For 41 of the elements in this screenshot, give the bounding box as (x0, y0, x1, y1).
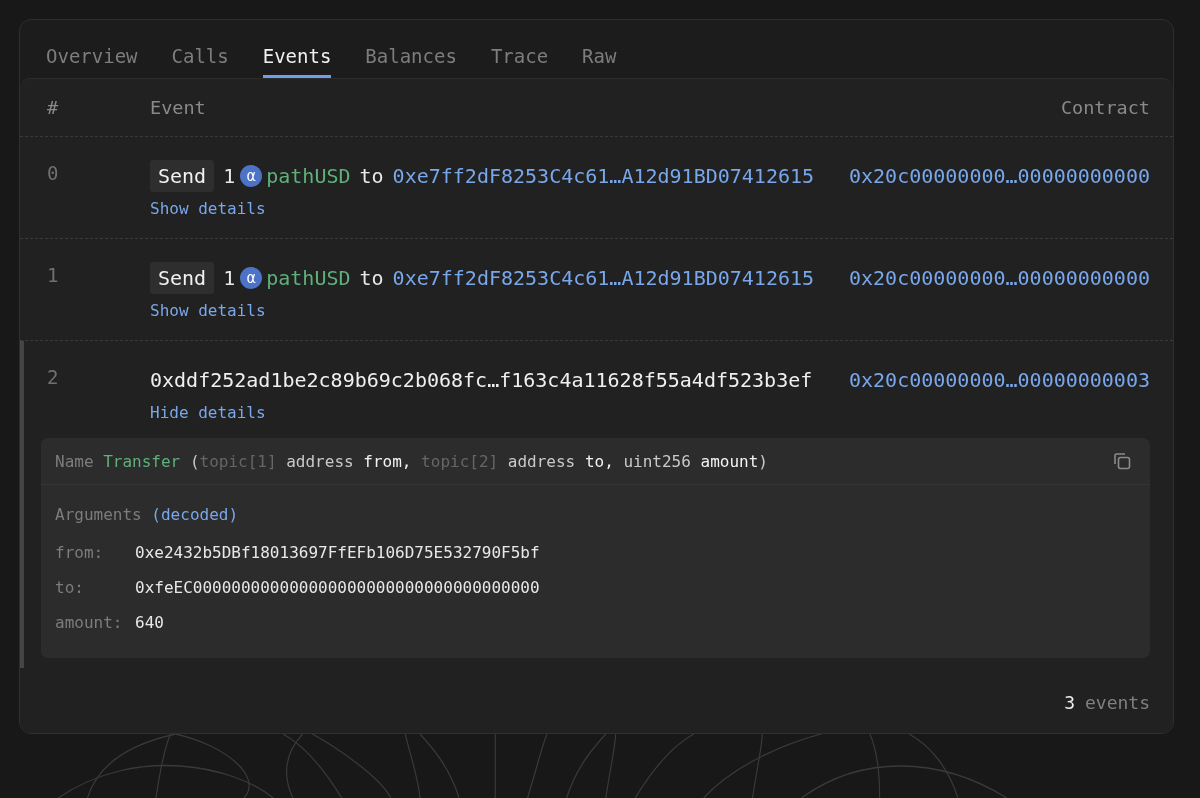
argument-name: from: (55, 543, 105, 562)
token-icon: α (240, 164, 263, 187)
preposition-text: to (359, 163, 384, 188)
copy-icon[interactable] (1112, 451, 1132, 471)
action-label: Send (150, 261, 215, 294)
argument-value: 640 (135, 613, 165, 632)
event-count: 3 (1064, 692, 1075, 713)
address-link[interactable]: 0xe7ff2dF8253C4c61…A12d91BD07412615 (392, 163, 815, 188)
address-link[interactable]: 0xe7ff2dF8253C4c61…A12d91BD07412615 (392, 265, 815, 290)
column-header: Contract (1060, 97, 1150, 118)
row-index: 0 (47, 161, 60, 186)
contract-link[interactable]: 0x20c00000000…00000000003 (848, 362, 1150, 397)
column-header: Event (150, 97, 207, 118)
event-topic-hash: 0xddf252ad1be2c89b69c2b068fc…f163c4a11628f55a4df523b3ef (150, 367, 813, 392)
tab[interactable]: Calls (171, 20, 229, 78)
argument-value: 0xfeEC000000000000000000000000000000000000 (135, 578, 541, 597)
token-name[interactable]: pathUSD (266, 265, 351, 290)
column-header: # (47, 97, 60, 118)
argument-value: 0xe2432b5DBf18013697FfEFb106D75E532790F5bf (135, 543, 541, 562)
details-toggle[interactable]: Hide details (150, 403, 266, 422)
contract-link[interactable]: 0x20c00000000…00000000000 (848, 158, 1150, 193)
token-icon: α (240, 266, 263, 289)
tab[interactable]: Raw (582, 20, 617, 78)
preposition-text: to (359, 265, 384, 290)
argument-name: to: (55, 578, 85, 597)
amount-text: 1 (223, 163, 236, 188)
details-toggle[interactable]: Show details (150, 199, 266, 218)
contract-link[interactable]: 0x20c00000000…00000000000 (848, 260, 1150, 295)
row-index: 1 (47, 263, 60, 288)
tab[interactable]: Overview (46, 20, 138, 78)
arguments-heading: Arguments (decoded) (55, 504, 239, 524)
tab[interactable]: Balances (365, 20, 457, 78)
event-signature: Name Transfer (topic[1] address from, topic[2] address to, uint256 amount) (55, 451, 768, 471)
argument-name: amount: (55, 613, 124, 632)
amount-text: 1 (223, 265, 236, 290)
event-count-label: events (1084, 692, 1150, 713)
tab[interactable]: Trace (490, 20, 549, 78)
action-label: Send (150, 159, 215, 192)
details-toggle[interactable]: Show details (150, 301, 266, 320)
token-name[interactable]: pathUSD (266, 163, 351, 188)
row-index: 2 (47, 365, 60, 390)
